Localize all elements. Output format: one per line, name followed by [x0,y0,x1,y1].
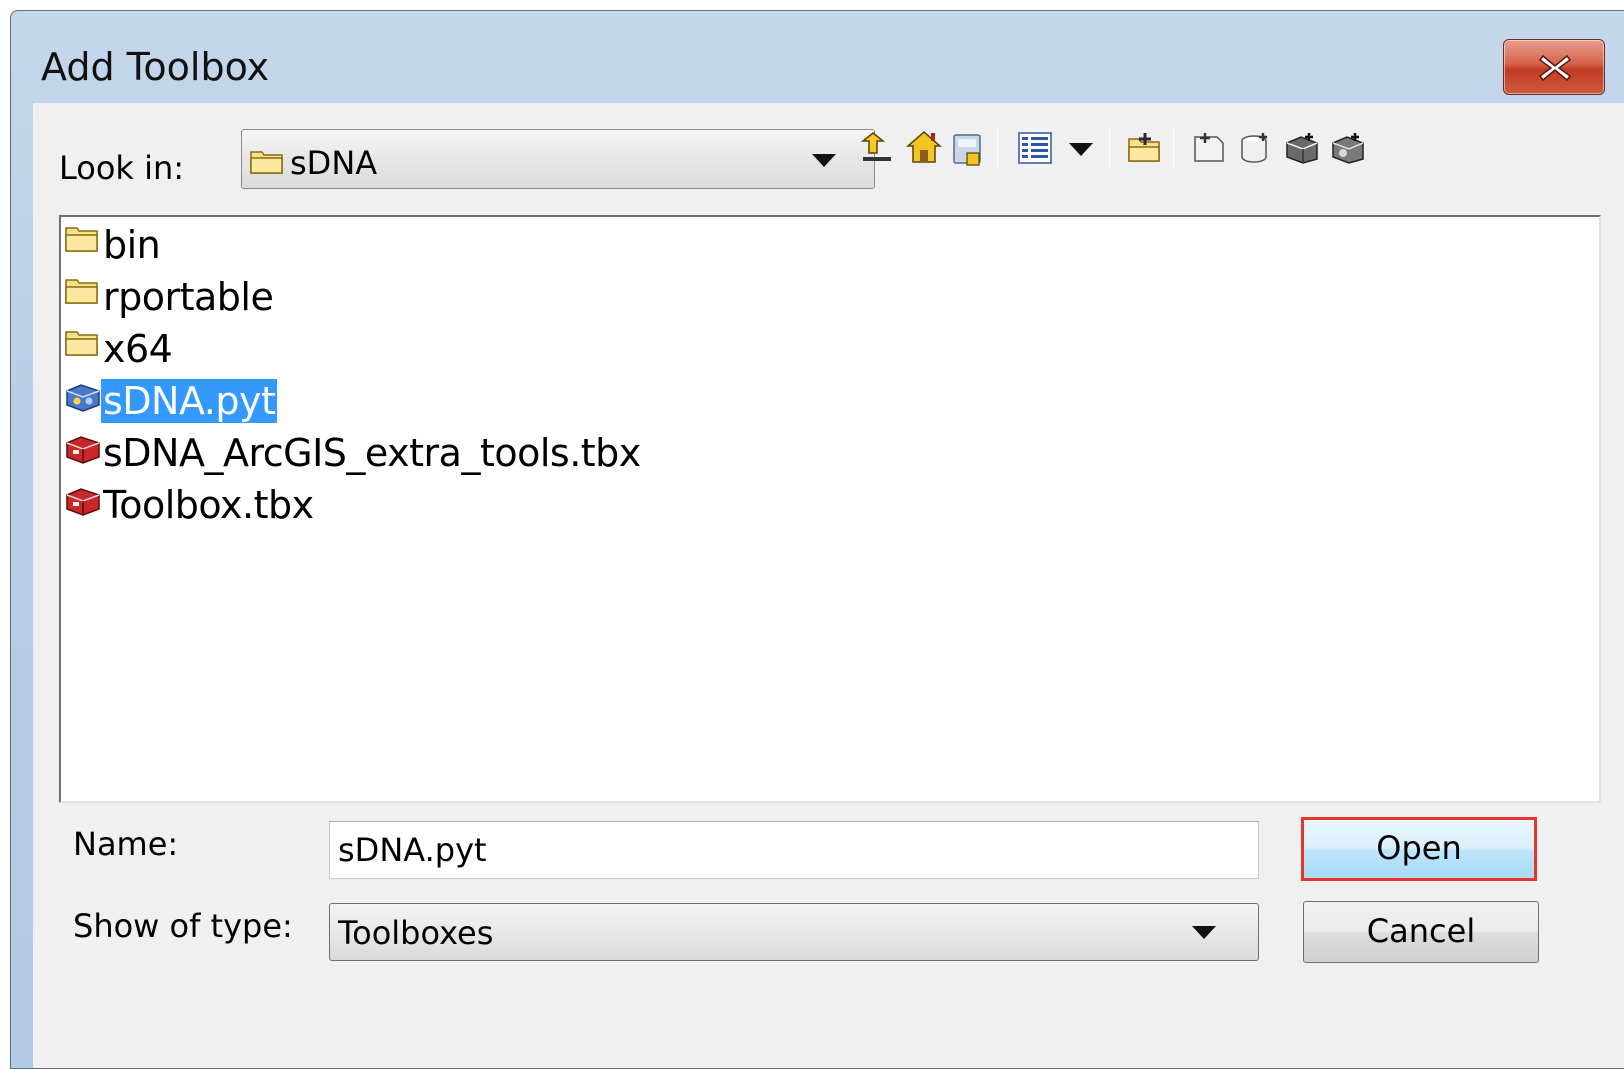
new-python-toolbox-icon[interactable] [1329,131,1367,165]
file-name: sDNA_ArcGIS_extra_tools.tbx [103,431,641,475]
cancel-button[interactable]: Cancel [1303,901,1539,963]
show-of-type-label: Show of type: [73,907,293,945]
file-name: rportable [103,275,274,319]
python-toolbox-icon [66,384,100,412]
folder-icon [250,151,283,174]
look-in-label: Look in: [59,149,185,187]
toolbar-separator [1173,127,1174,167]
name-input[interactable] [329,821,1259,879]
dialog-window: Add Toolbox Look in: sDNA bin rportable … [10,10,1624,1069]
toolbar-separator [1109,127,1110,167]
open-button[interactable]: Open [1301,818,1537,880]
up-one-level-icon[interactable] [859,131,895,165]
view-dropdown-icon[interactable] [1069,143,1093,156]
new-file-icon[interactable] [1191,131,1227,165]
file-name: x64 [103,327,173,371]
new-database-icon[interactable] [1237,131,1273,165]
look-in-value: sDNA [290,144,378,182]
new-toolbox-icon[interactable] [1283,131,1321,165]
home-icon[interactable] [905,129,943,165]
toolbar-separator [997,127,998,167]
dialog-body: Look in: sDNA bin rportable x64 sDNA.pyt… [33,103,1624,1068]
chevron-down-icon [1192,926,1216,939]
file-list[interactable]: bin rportable x64 sDNA.pyt sDNA_ArcGIS_e… [59,215,1601,803]
close-icon [1538,54,1572,82]
name-label: Name: [73,825,179,863]
folder-icon [65,279,98,304]
title-bar[interactable]: Add Toolbox [11,11,1624,103]
dialog-title: Add Toolbox [41,45,270,89]
new-folder-icon[interactable] [1127,131,1163,165]
view-list-icon[interactable] [1017,131,1053,165]
look-in-dropdown[interactable]: sDNA [241,129,875,189]
file-name: bin [103,223,161,267]
chevron-down-icon [812,154,836,167]
folder-icon [65,331,98,356]
file-name: sDNA.pyt [99,378,279,424]
show-of-type-dropdown[interactable]: Toolboxes [329,903,1259,961]
show-of-type-value: Toolboxes [338,914,494,952]
toolbox-icon [66,488,100,516]
close-button[interactable] [1503,39,1605,95]
file-name: Toolbox.tbx [103,483,314,527]
connect-folder-icon[interactable] [951,131,987,167]
folder-icon [65,227,98,252]
toolbox-icon [66,436,100,464]
